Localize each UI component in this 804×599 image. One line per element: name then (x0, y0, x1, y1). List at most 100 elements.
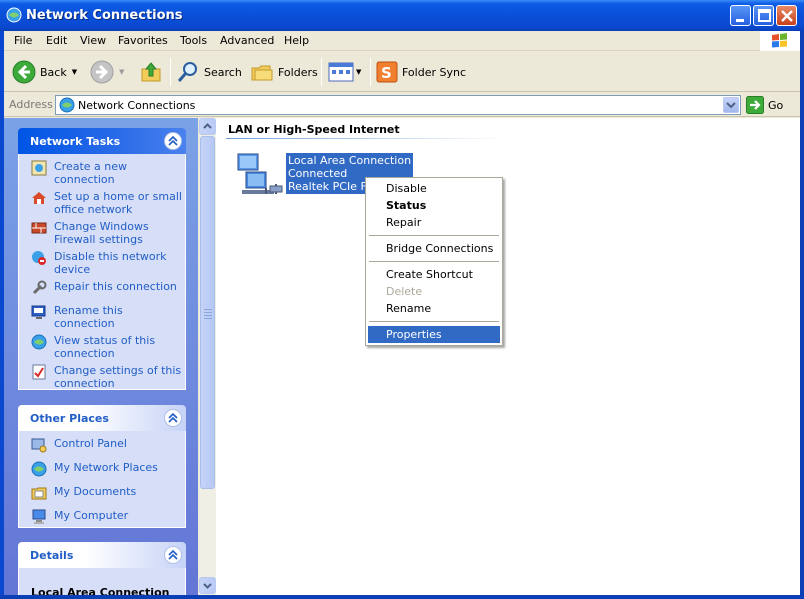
windows-flag-icon (772, 33, 787, 48)
folder-sync-button[interactable]: S Folder Sync (376, 58, 466, 86)
chevron-up-icon (168, 412, 178, 423)
minimize-button[interactable] (730, 5, 751, 26)
context-menu: Disable Status Repair Bridge Connections… (365, 177, 503, 346)
menu-edit[interactable]: Edit (46, 34, 67, 47)
details-subtitle: Local Area Connection (31, 586, 170, 595)
minimize-icon (736, 19, 744, 22)
toolbar: Back ▼ ▼ Search Folders ▼ S Folder Sync (4, 52, 800, 92)
collapse-button[interactable] (164, 409, 182, 427)
menu-help[interactable]: Help (284, 34, 309, 47)
place-network-places[interactable]: My Network Places (19, 461, 185, 481)
details-panel: Details Local Area Connection (18, 542, 186, 595)
go-arrow-icon (746, 96, 764, 114)
go-button[interactable]: Go (746, 95, 783, 115)
address-label: Address (9, 98, 53, 111)
disable-network-icon (32, 251, 46, 265)
windows-logo (760, 31, 800, 51)
task-disable-device[interactable]: Disable this network device (19, 250, 185, 276)
collapse-button[interactable] (164, 546, 182, 564)
task-home-network[interactable]: Set up a home or small office network (19, 190, 185, 216)
group-title: LAN or High-Speed Internet (228, 123, 400, 136)
menu-separator (369, 235, 499, 236)
scroll-up-button[interactable] (199, 118, 216, 135)
menu-view[interactable]: View (80, 34, 106, 47)
task-rename-connection[interactable]: Rename this connection (19, 304, 185, 330)
task-repair-connection[interactable]: Repair this connection (19, 280, 185, 300)
task-pane: Network Tasks Create a new connection Se… (4, 118, 198, 595)
network-connections-icon (6, 7, 22, 23)
up-folder-button[interactable] (140, 58, 164, 86)
ctx-bridge-connections[interactable]: Bridge Connections (368, 240, 500, 257)
home-network-icon (32, 192, 46, 204)
task-view-status[interactable]: View status of this connection (19, 334, 185, 360)
ctx-status[interactable]: Status (368, 197, 500, 214)
toolbar-separator (370, 58, 371, 86)
other-places-header[interactable]: Other Places (18, 405, 186, 431)
window-title: Network Connections (26, 8, 183, 23)
other-places-panel: Other Places Control Panel My Network Pl… (18, 405, 186, 528)
menu-advanced[interactable]: Advanced (220, 34, 274, 47)
chevron-up-icon (168, 135, 178, 146)
folders-button[interactable]: Folders (250, 58, 318, 86)
search-icon (177, 62, 197, 82)
network-places-icon (31, 461, 47, 477)
chevron-down-icon (203, 583, 212, 589)
close-icon (781, 10, 793, 22)
scroll-thumb[interactable] (200, 136, 215, 489)
forward-button[interactable]: ▼ (90, 58, 124, 86)
window-border-right (800, 31, 804, 599)
connections-view: LAN or High-Speed Internet Local Area Co… (216, 118, 800, 595)
maximize-button[interactable] (753, 5, 774, 26)
chevron-down-icon (726, 102, 736, 109)
ctx-repair[interactable]: Repair (368, 214, 500, 231)
back-dropdown-icon[interactable]: ▼ (72, 68, 77, 76)
documents-icon (31, 487, 47, 500)
views-dropdown-icon[interactable]: ▼ (356, 68, 361, 76)
task-change-settings[interactable]: Change settings of this connection (19, 364, 185, 390)
place-control-panel[interactable]: Control Panel (19, 437, 185, 457)
scroll-down-button[interactable] (199, 577, 216, 594)
chevron-up-icon (168, 549, 178, 560)
views-button[interactable]: ▼ (328, 58, 361, 86)
ctx-properties[interactable]: Properties (368, 326, 500, 343)
task-create-connection[interactable]: Create a new connection (19, 160, 185, 186)
menu-file[interactable]: File (14, 34, 32, 47)
menu-bar: File Edit View Favorites Tools Advanced … (4, 31, 800, 51)
network-tasks-panel: Network Tasks Create a new connection Se… (18, 128, 186, 390)
address-value: Network Connections (78, 99, 196, 112)
search-button[interactable]: Search (176, 58, 242, 86)
close-button[interactable] (776, 5, 797, 26)
collapse-button[interactable] (164, 132, 182, 150)
back-button[interactable]: Back ▼ (12, 58, 77, 86)
control-panel-icon (31, 438, 47, 453)
go-label: Go (768, 98, 784, 112)
address-dropdown-button[interactable] (723, 97, 739, 113)
title-bar[interactable]: Network Connections (0, 0, 804, 31)
details-title: Details (30, 549, 74, 562)
menu-separator (369, 321, 499, 322)
place-computer[interactable]: My Computer (19, 509, 185, 529)
search-label: Search (204, 65, 242, 79)
network-tasks-title: Network Tasks (30, 135, 121, 148)
other-places-title: Other Places (30, 412, 109, 425)
details-header[interactable]: Details (18, 542, 186, 568)
network-tasks-header[interactable]: Network Tasks (18, 128, 186, 154)
back-arrow-icon (12, 60, 36, 84)
ctx-disable[interactable]: Disable (368, 180, 500, 197)
forward-arrow-icon (90, 60, 114, 84)
address-input[interactable]: Network Connections (55, 95, 741, 115)
folder-sync-icon: S (376, 61, 398, 83)
task-firewall-settings[interactable]: Change Windows Firewall settings (19, 220, 185, 246)
ctx-create-shortcut[interactable]: Create Shortcut (368, 266, 500, 283)
lan-connection-icon (237, 153, 283, 194)
status-icon (31, 334, 47, 350)
menu-tools[interactable]: Tools (180, 34, 207, 47)
menu-favorites[interactable]: Favorites (118, 34, 168, 47)
ctx-delete: Delete (386, 285, 423, 298)
other-places-list: Control Panel My Network Places My Docum… (18, 431, 186, 528)
ctx-rename[interactable]: Rename (368, 300, 500, 317)
menu-separator (369, 261, 499, 262)
connection-name: Local Area Connection (288, 154, 412, 167)
task-pane-scrollbar[interactable] (199, 118, 216, 595)
place-documents[interactable]: My Documents (19, 485, 185, 505)
